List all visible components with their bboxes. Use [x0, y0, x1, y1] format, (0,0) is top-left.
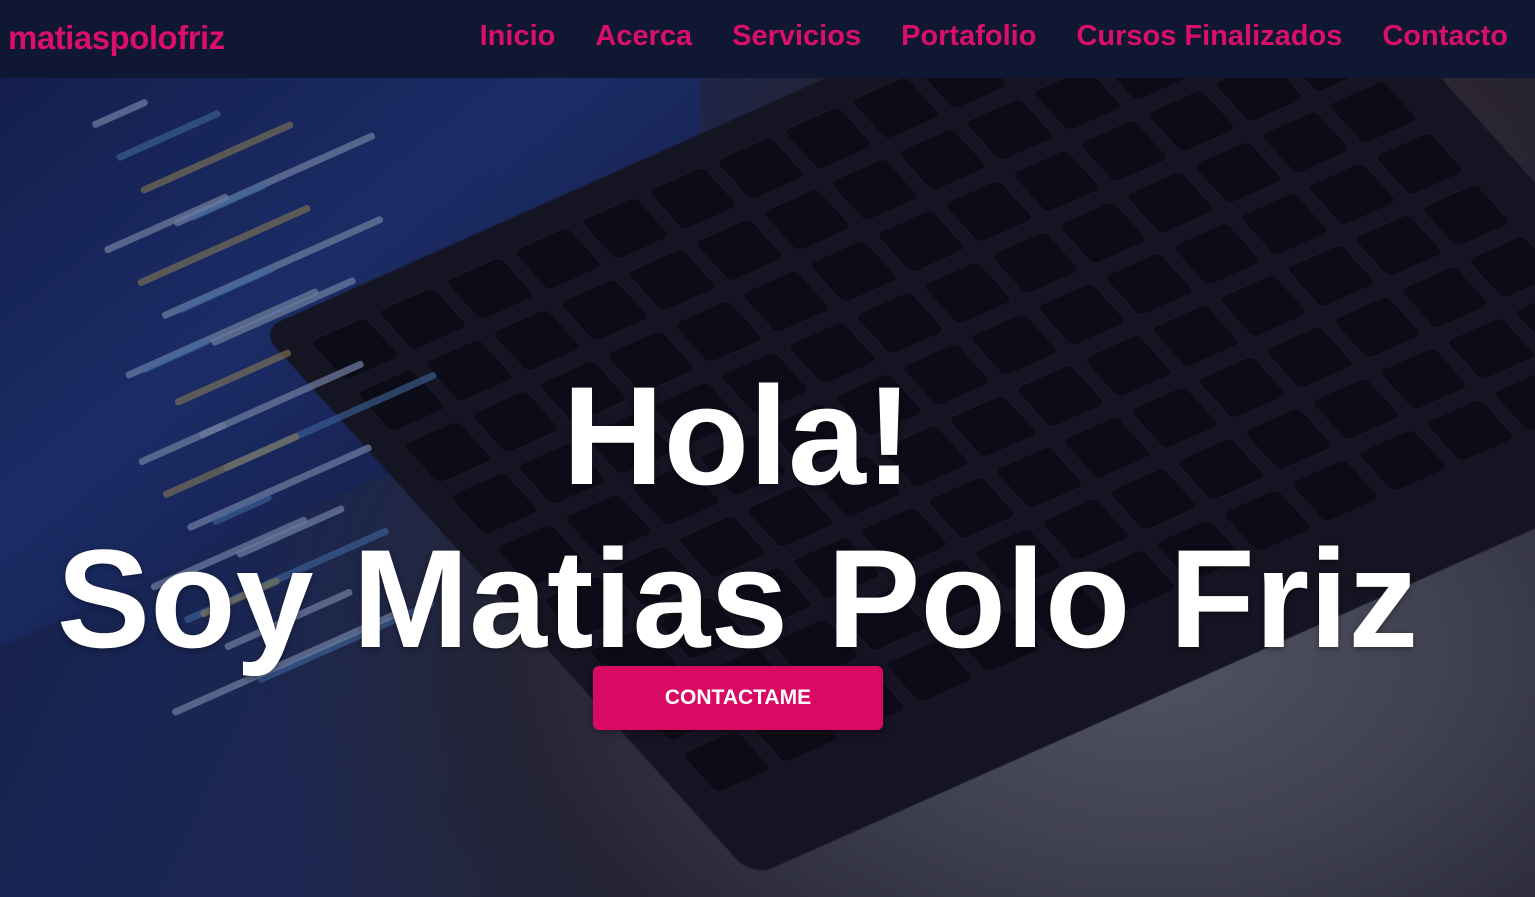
- nav-link-cursos-finalizados[interactable]: Cursos Finalizados: [1076, 20, 1342, 53]
- page: matiaspolofriz Inicio Acerca Servicios P…: [0, 0, 1535, 897]
- contact-button[interactable]: CONTACTAME: [593, 666, 883, 730]
- nav-links: Inicio Acerca Servicios Portafolio Curso…: [480, 20, 1508, 53]
- nav-link-portafolio[interactable]: Portafolio: [901, 20, 1036, 53]
- hero-greeting: Hola!: [562, 357, 913, 515]
- nav-link-inicio[interactable]: Inicio: [480, 20, 556, 53]
- nav-link-contacto[interactable]: Contacto: [1382, 20, 1508, 53]
- nav-link-servicios[interactable]: Servicios: [732, 20, 861, 53]
- hero-name: Soy Matias Polo Friz: [56, 520, 1419, 678]
- brand-logo-link[interactable]: matiaspolofriz: [8, 19, 225, 57]
- hero-heading: Hola! Soy Matias Polo Friz: [0, 361, 1475, 686]
- navbar: matiaspolofriz Inicio Acerca Servicios P…: [0, 0, 1535, 78]
- nav-link-acerca[interactable]: Acerca: [595, 20, 692, 53]
